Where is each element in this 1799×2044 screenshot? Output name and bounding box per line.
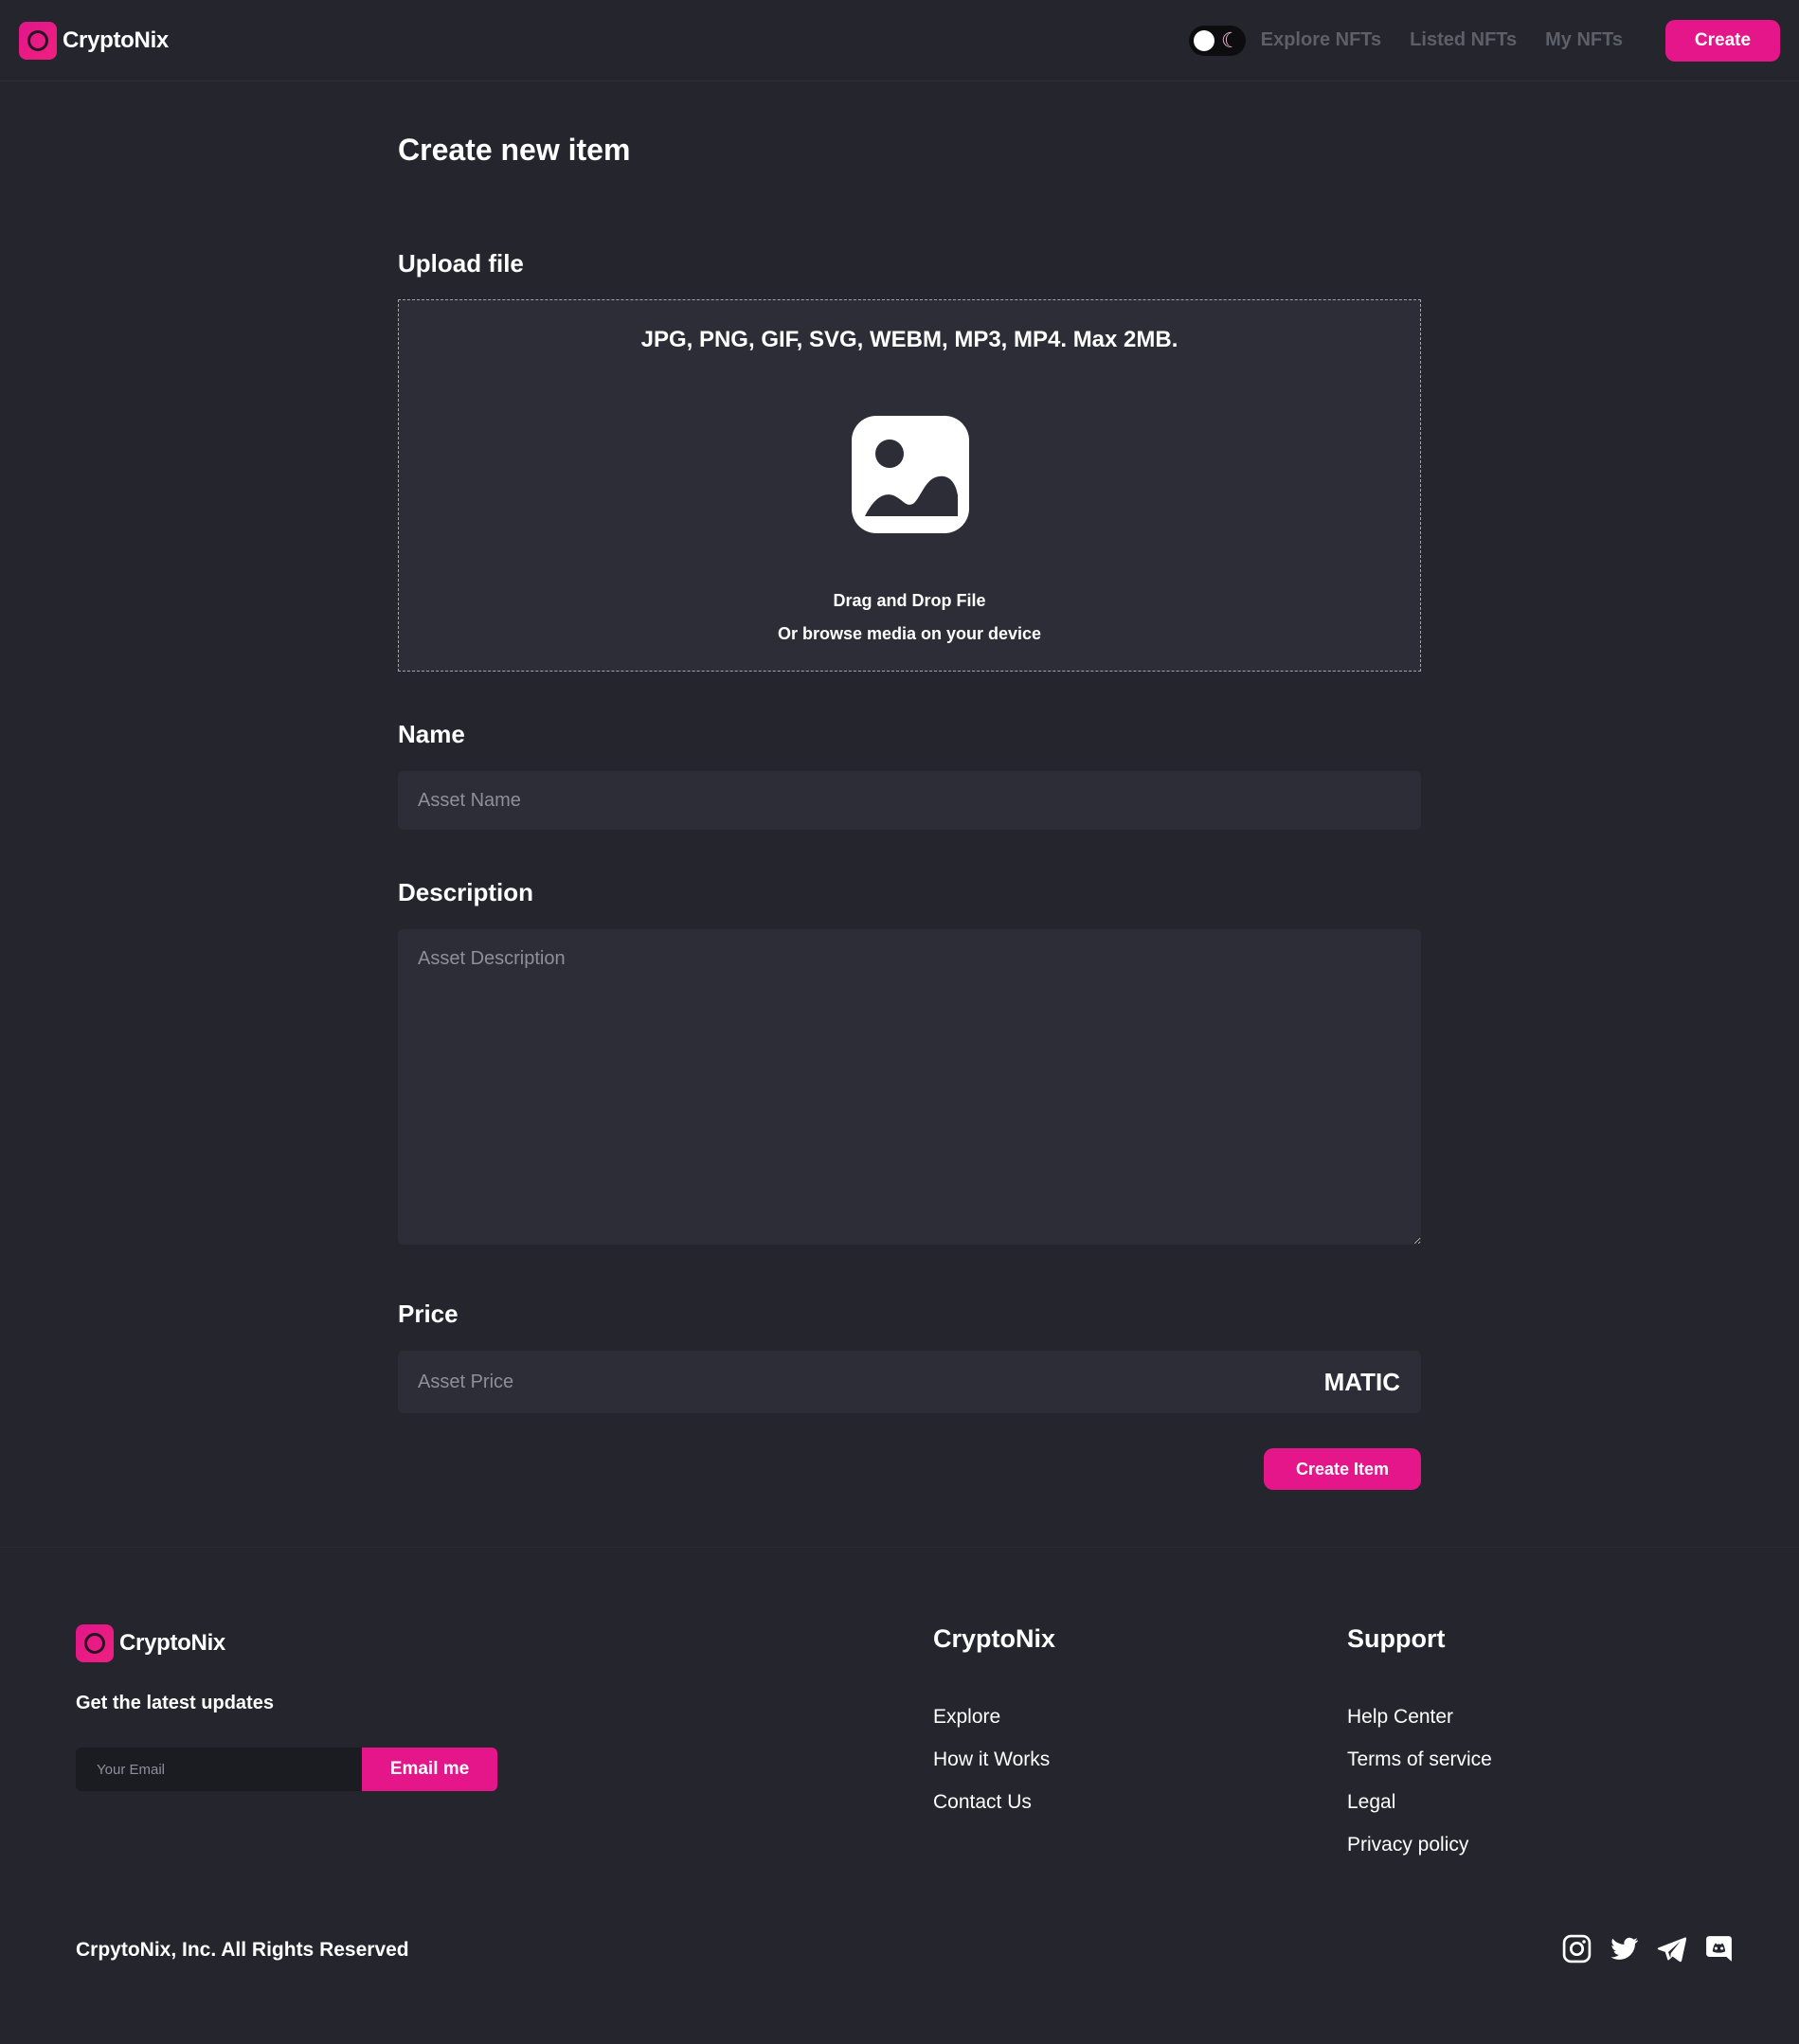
asset-description-input[interactable] [398,929,1421,1245]
footer-link-legal[interactable]: Legal [1347,1791,1395,1814]
instagram-icon[interactable] [1561,1933,1592,1964]
nav-link-my-nfts[interactable]: My NFTs [1545,29,1623,51]
footer-column-cryptonix: CryptoNix Explore How it Works Contact U… [933,1624,1056,1813]
brand[interactable]: CryptoNix [19,21,169,60]
image-icon [852,416,969,533]
navbar: CryptoNix ☾ Explore NFTs Listed NFTs My … [0,0,1799,81]
drag-drop-text: Drag and Drop File [833,591,986,610]
upload-label: Upload file [398,249,524,278]
browse-media-text[interactable]: Or browse media on your device [399,624,1420,644]
nav-link-listed-nfts[interactable]: Listed NFTs [1410,29,1517,51]
telegram-icon[interactable] [1656,1933,1687,1964]
footer-link-how-it-works[interactable]: How it Works [933,1748,1050,1771]
footer-link-privacy[interactable]: Privacy policy [1347,1834,1468,1856]
footer-logo-icon [76,1624,114,1662]
brand-name: CryptoNix [63,27,169,53]
asset-name-input[interactable] [398,771,1421,830]
footer-link-terms[interactable]: Terms of service [1347,1748,1492,1771]
theme-toggle[interactable]: ☾ [1188,25,1246,56]
email-input[interactable] [76,1748,362,1791]
logo-icon [19,21,57,60]
footer-brand[interactable]: CryptoNix [76,1624,225,1662]
upload-formats: JPG, PNG, GIF, SVG, WEBM, MP3, MP4. Max … [640,327,1178,352]
footer-column-title: CryptoNix [933,1624,1056,1653]
create-item-button[interactable]: Create Item [1264,1448,1421,1490]
upload-dropzone[interactable]: JPG, PNG, GIF, SVG, WEBM, MP3, MP4. Max … [398,299,1421,672]
description-label: Description [398,878,534,906]
copyright-text: CrpytoNix, Inc. All Rights Reserved [76,1939,409,1961]
footer-column-title: Support [1347,1624,1446,1653]
create-button[interactable]: Create [1665,19,1780,62]
social-links [1561,1933,1735,1964]
newsletter-form: Email me [76,1748,497,1791]
email-me-button[interactable]: Email me [362,1748,497,1791]
asset-price-input[interactable] [398,1351,1421,1413]
footer-divider [0,1547,1799,1548]
footer-brand-name: CryptoNix [119,1630,225,1656]
updates-title: Get the latest updates [76,1693,274,1713]
name-label: Name [398,720,465,748]
footer-link-help-center[interactable]: Help Center [1347,1706,1453,1729]
footer-column-support: Support Help Center Terms of service Leg… [1347,1624,1492,1856]
twitter-icon[interactable] [1609,1933,1640,1964]
page-title: Create new item [398,133,631,167]
moon-icon: ☾ [1221,27,1240,52]
footer-link-contact-us[interactable]: Contact Us [933,1791,1032,1814]
price-field: MATIC [398,1351,1421,1413]
toggle-knob [1193,29,1214,51]
price-label: Price [398,1300,459,1328]
currency-label: MATIC [1323,1368,1400,1396]
nav-menu: ☾ Explore NFTs Listed NFTs My NFTs Creat… [1188,19,1780,62]
discord-icon[interactable] [1703,1933,1735,1964]
nav-link-explore-nfts[interactable]: Explore NFTs [1261,29,1381,51]
footer-link-explore[interactable]: Explore [933,1706,1000,1729]
